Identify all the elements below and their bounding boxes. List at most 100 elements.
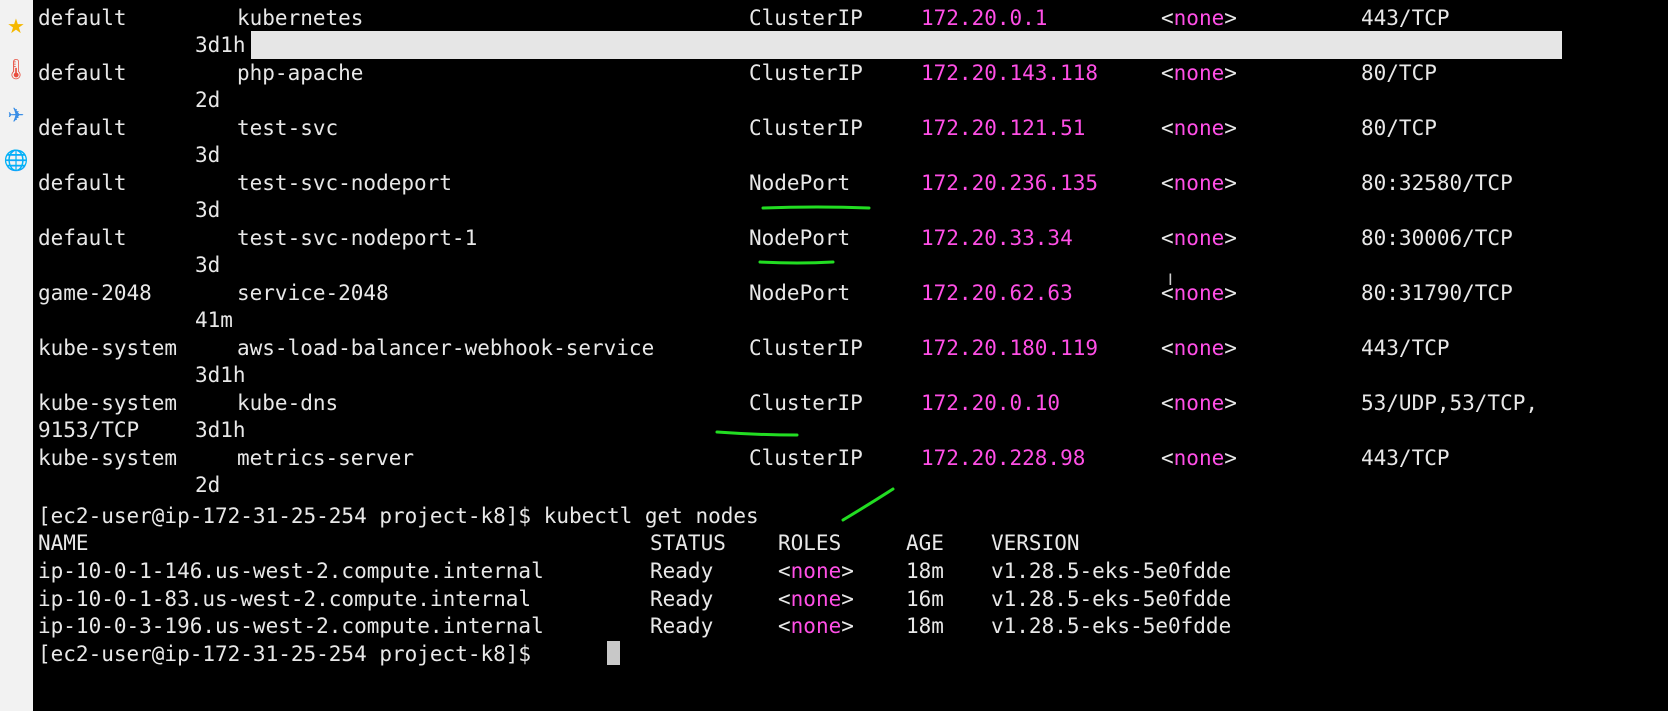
service-age: 3d1h	[195, 418, 246, 442]
service-row: kube-system kube-dns ClusterIP 172.20.0.…	[33, 389, 1668, 417]
app-dock: ★ 🌡 ✈ 🌐	[0, 0, 34, 711]
header-name: NAME	[38, 531, 89, 555]
service-row-wrap: 9153/TCP 3d1h	[33, 416, 1668, 444]
service-external-ip: <none>	[1161, 116, 1237, 140]
service-age: 2d	[195, 88, 221, 112]
command-text: kubectl get nodes	[531, 504, 759, 528]
service-name: metrics-server	[237, 446, 415, 470]
service-namespace: default	[38, 6, 127, 30]
node-name: ip-10-0-1-83.us-west-2.compute.internal	[38, 587, 532, 611]
nodes-table-header: NAME STATUS ROLES AGE VERSION	[33, 529, 1668, 557]
service-row: kube-system metrics-server ClusterIP 172…	[33, 444, 1668, 472]
service-type: NodePort	[749, 226, 851, 250]
service-external-ip: <none>	[1161, 446, 1237, 470]
service-type: NodePort	[749, 171, 851, 195]
command-line: [ec2-user@ip-172-31-25-254 project-k8]$ …	[33, 502, 1668, 530]
header-roles: ROLES	[778, 531, 842, 555]
service-row: kube-system aws-load-balancer-webhook-se…	[33, 334, 1668, 362]
service-cluster-ip: 172.20.0.10	[921, 391, 1061, 415]
service-row-wrap: 41m	[33, 306, 1668, 334]
globe-icon[interactable]: 🌐	[3, 147, 29, 173]
node-age: 18m	[906, 614, 944, 638]
service-ports: 80:32580/TCP	[1361, 171, 1513, 195]
node-status: Ready	[650, 614, 714, 638]
service-type: ClusterIP	[749, 61, 863, 85]
service-ports: 443/TCP	[1361, 336, 1450, 360]
shell-prompt: [ec2-user@ip-172-31-25-254 project-k8]$ …	[38, 504, 759, 528]
service-namespace: default	[38, 61, 127, 85]
service-name: test-svc	[237, 116, 339, 140]
service-cluster-ip: 172.20.62.63	[921, 281, 1073, 305]
node-status: Ready	[650, 587, 714, 611]
node-roles: <none>	[778, 614, 854, 638]
service-external-ip: <none>	[1161, 391, 1237, 415]
service-external-ip: <none>	[1161, 336, 1237, 360]
service-namespace: default	[38, 226, 127, 250]
node-age: 18m	[906, 559, 944, 583]
service-cluster-ip: 172.20.0.1	[921, 6, 1048, 30]
service-cluster-ip: 172.20.236.135	[921, 171, 1099, 195]
service-type: ClusterIP	[749, 6, 863, 30]
node-name: ip-10-0-3-196.us-west-2.compute.internal	[38, 614, 544, 638]
service-row-wrap: 3d1h	[33, 361, 1668, 389]
service-ports: 443/TCP	[1361, 446, 1450, 470]
service-row-wrap: 3d1h	[33, 31, 1668, 59]
terminal-cursor	[607, 641, 620, 665]
service-row: default test-svc-nodeport-1 NodePort 172…	[33, 224, 1668, 252]
service-name: php-apache	[237, 61, 364, 85]
text-cursor-icon: I	[1168, 270, 1173, 289]
star-icon[interactable]: ★	[3, 13, 29, 39]
command-line[interactable]: [ec2-user@ip-172-31-25-254 project-k8]$	[33, 640, 1668, 668]
node-status: Ready	[650, 559, 714, 583]
service-external-ip: <none>	[1161, 61, 1237, 85]
terminal-window[interactable]: default kubernetes ClusterIP 172.20.0.1 …	[33, 0, 1668, 711]
service-age: 3d	[195, 143, 221, 167]
service-cluster-ip: 172.20.33.34	[921, 226, 1073, 250]
node-name: ip-10-0-1-146.us-west-2.compute.internal	[38, 559, 544, 583]
service-row: default test-svc-nodeport NodePort 172.2…	[33, 169, 1668, 197]
service-row-wrap: 3d	[33, 196, 1668, 224]
service-ports-continued: 9153/TCP	[38, 418, 140, 442]
service-row: default test-svc ClusterIP 172.20.121.51…	[33, 114, 1668, 142]
service-namespace: kube-system	[38, 446, 178, 470]
service-type: ClusterIP	[749, 116, 863, 140]
service-ports: 53/UDP,53/TCP,	[1361, 391, 1539, 415]
service-row: default kubernetes ClusterIP 172.20.0.1 …	[33, 4, 1668, 32]
shell-prompt: [ec2-user@ip-172-31-25-254 project-k8]$	[38, 642, 532, 666]
service-name: kube-dns	[237, 391, 339, 415]
node-row: ip-10-0-3-196.us-west-2.compute.internal…	[33, 612, 1668, 640]
service-namespace: default	[38, 116, 127, 140]
service-namespace: game-2048	[38, 281, 152, 305]
thermometer-icon[interactable]: 🌡	[3, 56, 29, 82]
service-external-ip: <none>	[1161, 171, 1237, 195]
header-version: VERSION	[991, 531, 1080, 555]
service-ports: 80/TCP	[1361, 61, 1437, 85]
service-name: aws-load-balancer-webhook-service	[237, 336, 655, 360]
service-type: ClusterIP	[749, 391, 863, 415]
service-row: default php-apache ClusterIP 172.20.143.…	[33, 59, 1668, 87]
service-ports: 80/TCP	[1361, 116, 1437, 140]
node-row: ip-10-0-1-83.us-west-2.compute.internal …	[33, 585, 1668, 613]
service-type: ClusterIP	[749, 446, 863, 470]
service-type: ClusterIP	[749, 336, 863, 360]
paper-plane-icon[interactable]: ✈	[3, 102, 29, 128]
node-roles: <none>	[778, 559, 854, 583]
service-namespace: kube-system	[38, 391, 178, 415]
service-row-wrap: 2d	[33, 471, 1668, 499]
header-status: STATUS	[650, 531, 726, 555]
service-age: 3d1h	[195, 363, 246, 387]
service-name: test-svc-nodeport-1	[237, 226, 478, 250]
service-ports: 80:30006/TCP	[1361, 226, 1513, 250]
service-external-ip: <none>	[1161, 226, 1237, 250]
service-row: game-2048 service-2048 NodePort 172.20.6…	[33, 279, 1668, 307]
node-version: v1.28.5-eks-5e0fdde	[991, 614, 1232, 638]
service-ports: 443/TCP	[1361, 6, 1450, 30]
service-namespace: default	[38, 171, 127, 195]
service-external-ip: <none>	[1161, 6, 1237, 30]
service-age: 3d	[195, 198, 221, 222]
service-row-wrap: 2d	[33, 86, 1668, 114]
service-cluster-ip: 172.20.180.119	[921, 336, 1099, 360]
service-age: 41m	[195, 308, 233, 332]
service-namespace: kube-system	[38, 336, 178, 360]
service-cluster-ip: 172.20.121.51	[921, 116, 1086, 140]
